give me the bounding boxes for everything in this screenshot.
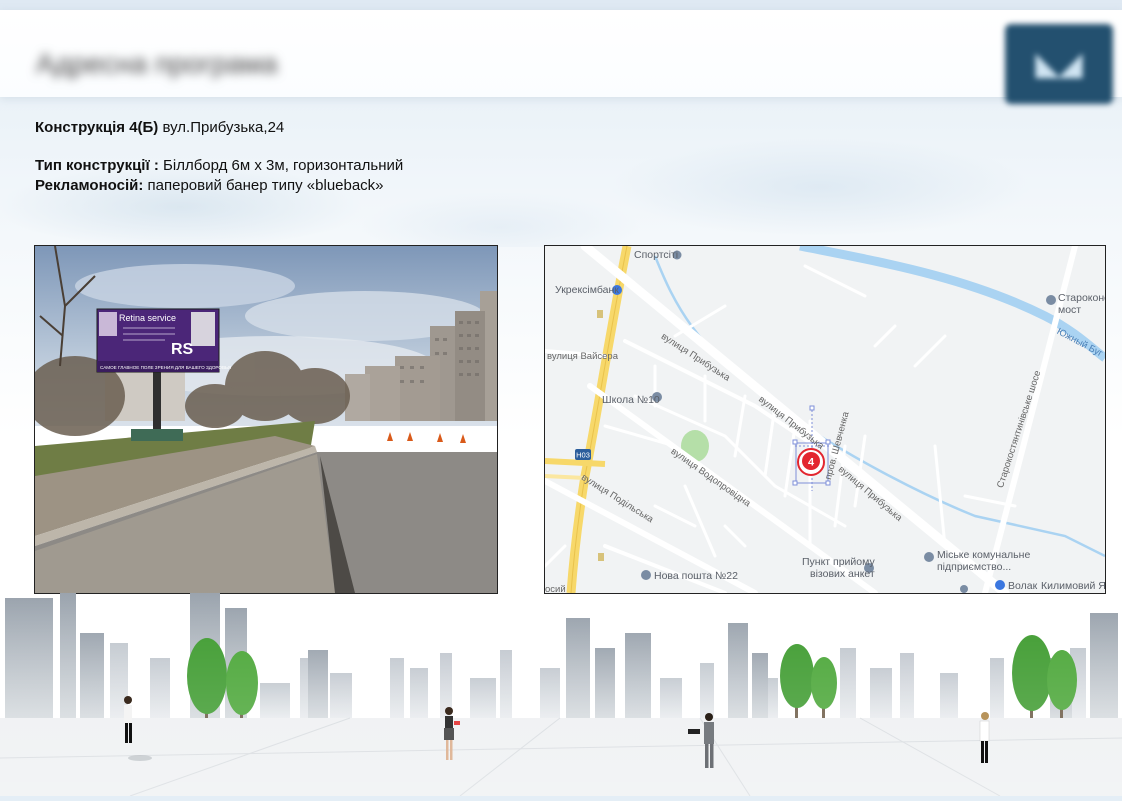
billboard-pole: [153, 371, 161, 431]
traffic-cones: [387, 432, 466, 443]
billboard-logo: RS: [171, 341, 194, 358]
construction-type-line: Тип конструкції : Біллборд 6м х 3м, гори…: [35, 157, 403, 174]
billboard: Retina service RS САМОЕ ГЛАВНОЕ ПОЛЕ ЗРЕ…: [96, 308, 231, 373]
bridge-pin-icon: [1046, 295, 1056, 305]
billboard-title: Retina service: [119, 313, 176, 323]
billboard-tagline: САМОЕ ГЛАВНОЕ ПОЛЕ ЗРЕНИЯ ДЛЯ ВАШЕГО ЗДО…: [100, 365, 231, 370]
type-label: Тип конструкції :: [35, 157, 159, 174]
slide-title: Адресна програма: [36, 48, 278, 79]
nova-poshta-pin-icon: [641, 570, 651, 580]
road-marker-icon: [597, 310, 603, 318]
poi-nova-poshta[interactable]: Нова пошта №22: [654, 570, 738, 582]
skyline-illustration: [0, 588, 1122, 797]
svg-text:Н03: Н03: [576, 451, 590, 460]
type-value: Біллборд 6м х 3м, горизонтальний: [158, 157, 404, 174]
poi-sportsiti[interactable]: Спортсіті: [634, 249, 678, 261]
poi-school-10[interactable]: Школа №10: [602, 394, 660, 406]
company-logo: ◣◢: [1005, 24, 1113, 104]
poi-bridge[interactable]: Староконст мост: [1058, 292, 1105, 316]
location-map[interactable]: 4 Н03 Спортсіті Укрексімбанк Школа №10 Н…: [544, 245, 1106, 594]
poi-misk-komunalne[interactable]: Міське комунальне підприємство...: [937, 549, 1030, 573]
header-band: Адресна програма ◣◢: [0, 10, 1122, 104]
street-photo-illustration: Retina service RS САМОЕ ГЛАВНОЕ ПОЛЕ ЗРЕ…: [35, 246, 497, 593]
carrier-value: паперовий банер типу «blueback»: [143, 177, 384, 194]
poi-visa-point[interactable]: Пункт прийому візових анкет: [802, 556, 875, 580]
marker-number: 4: [808, 457, 815, 469]
footer-skyline: [0, 588, 1122, 797]
carrier-label: Рекламоносій:: [35, 177, 144, 194]
billboard-photo: Retina service RS САМОЕ ГЛАВНОЕ ПОЛЕ ЗРЕ…: [34, 245, 498, 594]
top-strip: [0, 0, 1122, 10]
poi-ukreksimbank[interactable]: Укрексімбанк: [555, 284, 619, 296]
road-badge-h03: Н03: [575, 449, 591, 460]
construction-line: Конструкція 4(Б) вул.Прибузька,24: [35, 119, 284, 136]
street-vaisera: вулиця Вайсера: [547, 351, 618, 362]
carrier-line: Рекламоносій: паперовий банер типу «blue…: [35, 177, 384, 194]
construction-label: Конструкція 4(Б): [35, 119, 159, 136]
misk-pin-icon: [924, 552, 934, 562]
construction-address: вул.Прибузька,24: [158, 119, 285, 136]
location-marker[interactable]: 4: [797, 448, 825, 476]
road-marker-icon: [598, 553, 604, 561]
